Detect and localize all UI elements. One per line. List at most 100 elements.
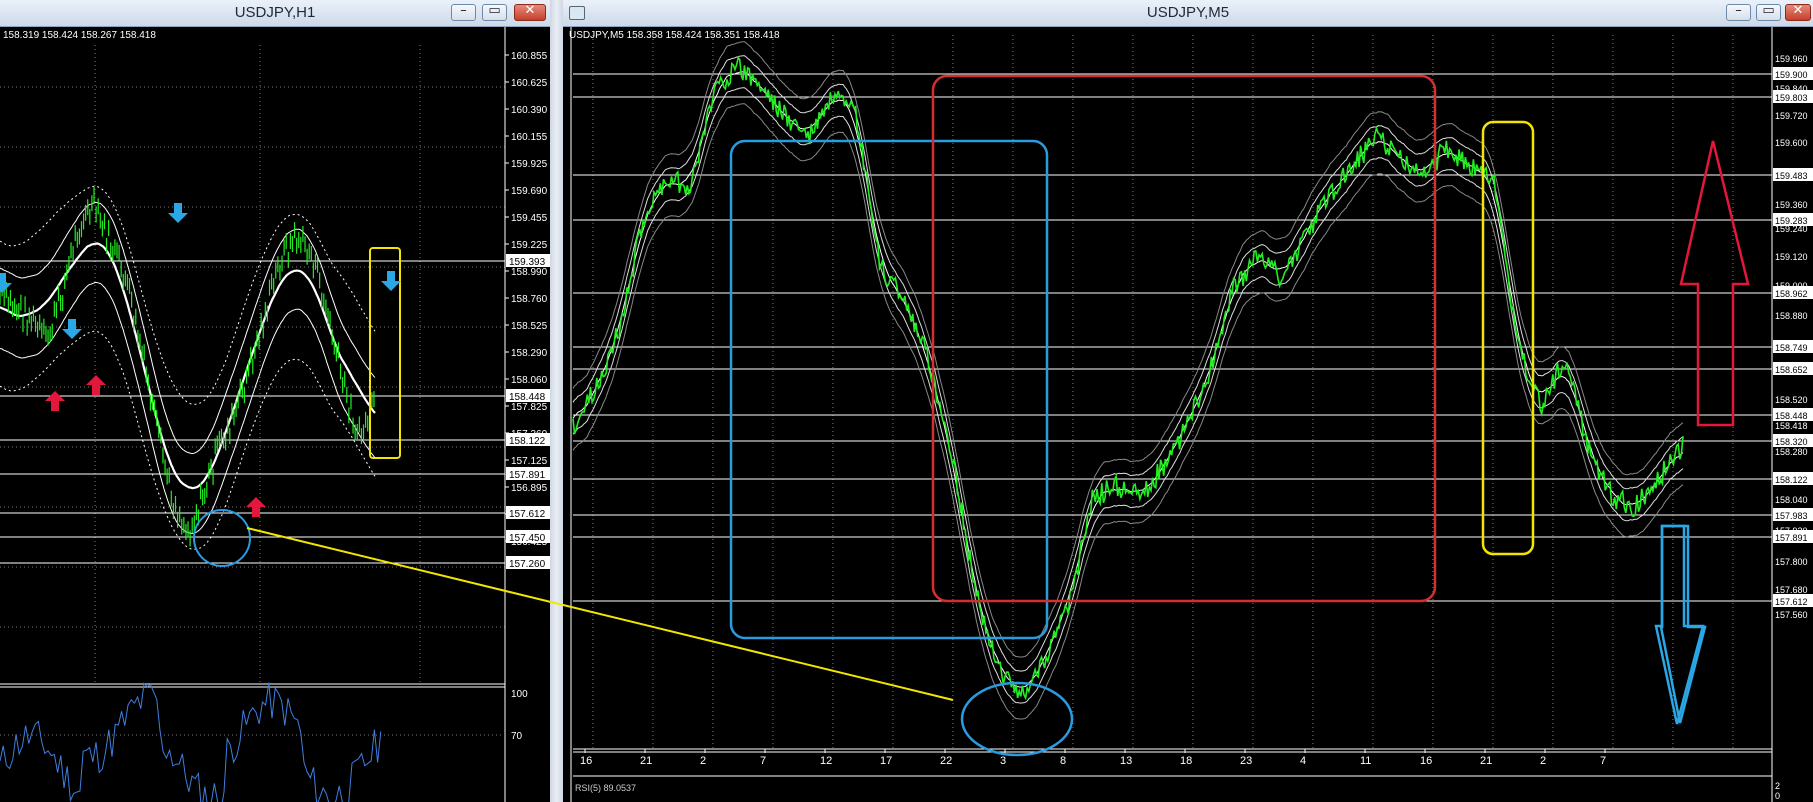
time-tick-label: 21 — [640, 755, 652, 767]
price-tick-label: 159.483 — [1775, 171, 1808, 181]
time-tick-label: 11 — [1360, 755, 1371, 767]
price-tick-label: 158.880 — [1775, 311, 1808, 321]
time-tick-label: 23 — [1240, 755, 1252, 767]
moving-average — [0, 242, 376, 490]
price-tick-label: 159.690 — [511, 186, 548, 197]
minimize-button[interactable]: – — [1726, 3, 1751, 21]
price-chart-m5[interactable]: USDJPY,M5 158.358 158.424 158.351 158.41… — [563, 27, 1813, 802]
price-tick-label: 159.225 — [511, 240, 548, 251]
close-button[interactable]: ✕ — [514, 3, 546, 21]
envelope-upper — [572, 55, 1684, 672]
buy-signal-arrow-icon — [86, 375, 106, 395]
price-tick-label: 157.891 — [1775, 533, 1808, 543]
minimize-button[interactable]: – — [451, 3, 476, 21]
price-tick-label: 158.760 — [511, 294, 548, 305]
price-tick-label: 159.925 — [511, 159, 548, 170]
window-title: USDJPY,M5 — [1146, 4, 1230, 21]
close-icon: ✕ — [524, 3, 536, 18]
time-tick-label: 2 — [700, 755, 706, 767]
rsi-line — [0, 682, 382, 802]
envelope-lower — [572, 87, 1684, 704]
price-tick-label: 158.962 — [1775, 289, 1808, 299]
price-tick-label: 157.983 — [1775, 511, 1808, 521]
ohlc-readout: USDJPY,M5 158.358 158.424 158.351 158.41… — [569, 30, 780, 41]
spike-box-annotation — [369, 247, 401, 459]
title-bar-left[interactable]: USDJPY,H1 – ▭ ✕ — [0, 0, 550, 27]
price-tick-label: 158.290 — [511, 348, 548, 359]
price-tick-label: 159.803 — [1775, 93, 1808, 103]
ohlc-readout: 158.319 158.424 158.267 158.418 — [3, 30, 156, 41]
price-tick-label: 158.652 — [1775, 365, 1808, 375]
maximize-button[interactable]: ▭ — [482, 3, 507, 21]
price-tick-label: 159.120 — [1775, 252, 1808, 262]
price-marker-label: 158.448 — [509, 392, 546, 403]
time-tick-label: 3 — [1000, 755, 1006, 767]
price-marker-label: 157.260 — [509, 559, 546, 570]
price-tick-label: 159.720 — [1775, 111, 1808, 121]
price-tick-label: 158.280 — [1775, 447, 1808, 457]
price-tick-label: 160.625 — [511, 78, 548, 89]
bollinger-upper-outer — [0, 185, 376, 405]
price-tick-label: 159.360 — [1775, 200, 1808, 210]
envelope-lower-outer — [572, 103, 1684, 720]
envelope-upper-outer — [572, 41, 1684, 658]
range-box-annotation — [729, 139, 1049, 640]
close-icon: ✕ — [1792, 3, 1804, 18]
price-tick-label: 159.960 — [1775, 54, 1808, 64]
price-tick-label: 158.990 — [511, 267, 548, 278]
chart-window-h1[interactable]: USDJPY,H1 – ▭ ✕ 158.319 158.424 158.267 … — [0, 0, 550, 802]
price-tick-label: 157.125 — [511, 456, 548, 467]
price-tick-label: 157.560 — [1775, 610, 1808, 620]
down-arrow-icon — [1654, 524, 1705, 725]
price-tick-label: 159.455 — [511, 213, 548, 224]
time-tick-label: 4 — [1300, 755, 1306, 767]
time-tick-label: 13 — [1120, 755, 1132, 767]
price-tick-label: 157.825 — [511, 402, 548, 413]
time-tick-label: 16 — [1420, 755, 1432, 767]
price-marker-label: 157.450 — [509, 533, 546, 544]
window-splitter[interactable] — [550, 0, 563, 802]
price-tick-label: 158.060 — [511, 375, 548, 386]
time-tick-label: 21 — [1480, 755, 1492, 767]
time-tick-label: 18 — [1180, 755, 1192, 767]
chart-window-m5[interactable]: USDJPY,M5 – ▭ ✕ USDJPY,M5 158.358 158.42… — [563, 0, 1813, 802]
title-bar-right[interactable]: USDJPY,M5 – ▭ ✕ — [563, 0, 1813, 27]
time-tick-label: 2 — [1540, 755, 1546, 767]
close-button[interactable]: ✕ — [1785, 3, 1811, 21]
price-chart-h1[interactable]: 158.319 158.424 158.267 158.418 160.855 1… — [0, 27, 550, 802]
price-marker-label: 157.612 — [509, 509, 546, 520]
sell-signal-arrow-icon — [168, 203, 188, 223]
rsi-level-label: 70 — [511, 731, 523, 742]
up-arrow-icon — [1679, 140, 1750, 427]
price-tick-label: 160.390 — [511, 105, 548, 116]
price-tick-label: 157.800 — [1775, 557, 1808, 567]
minimize-icon: – — [1735, 3, 1742, 18]
price-tick-label: 157.612 — [1775, 597, 1808, 607]
price-tick-label: 158.520 — [1775, 395, 1808, 405]
price-tick-label: 160.855 — [511, 51, 548, 62]
buy-signal-arrow-icon — [45, 391, 65, 411]
rsi-scale-label: 0 — [1775, 791, 1780, 801]
price-tick-label: 158.418 — [1775, 421, 1808, 431]
price-tick-label: 159.900 — [1775, 70, 1808, 80]
time-tick-label: 17 — [880, 755, 892, 767]
buy-signal-arrow-icon — [246, 497, 266, 517]
sell-signal-arrow-icon — [381, 271, 401, 291]
time-tick-label: 16 — [580, 755, 592, 767]
price-tick-label: 159.600 — [1775, 138, 1808, 148]
maximize-icon: ▭ — [488, 3, 501, 18]
time-tick-label: 12 — [820, 755, 832, 767]
rsi-level-label: 100 — [511, 689, 528, 700]
price-tick-label: 158.320 — [1775, 437, 1808, 447]
chart-canvas-right: 159.960159.900159.840159.803159.720159.6… — [570, 27, 1813, 802]
maximize-icon: ▭ — [1762, 3, 1775, 18]
price-marker-label: 159.393 — [509, 257, 546, 268]
price-marker-label: 158.122 — [509, 436, 546, 447]
price-tick-label: 156.895 — [511, 483, 548, 494]
rsi-scale-label: 2 — [1775, 781, 1780, 791]
price-tick-label: 158.040 — [1775, 495, 1808, 505]
rsi-indicator-label: RSI(5) 89.0537 — [575, 783, 636, 793]
minimize-icon: – — [460, 3, 467, 18]
maximize-button[interactable]: ▭ — [1756, 3, 1781, 21]
time-tick-label: 7 — [760, 755, 766, 767]
